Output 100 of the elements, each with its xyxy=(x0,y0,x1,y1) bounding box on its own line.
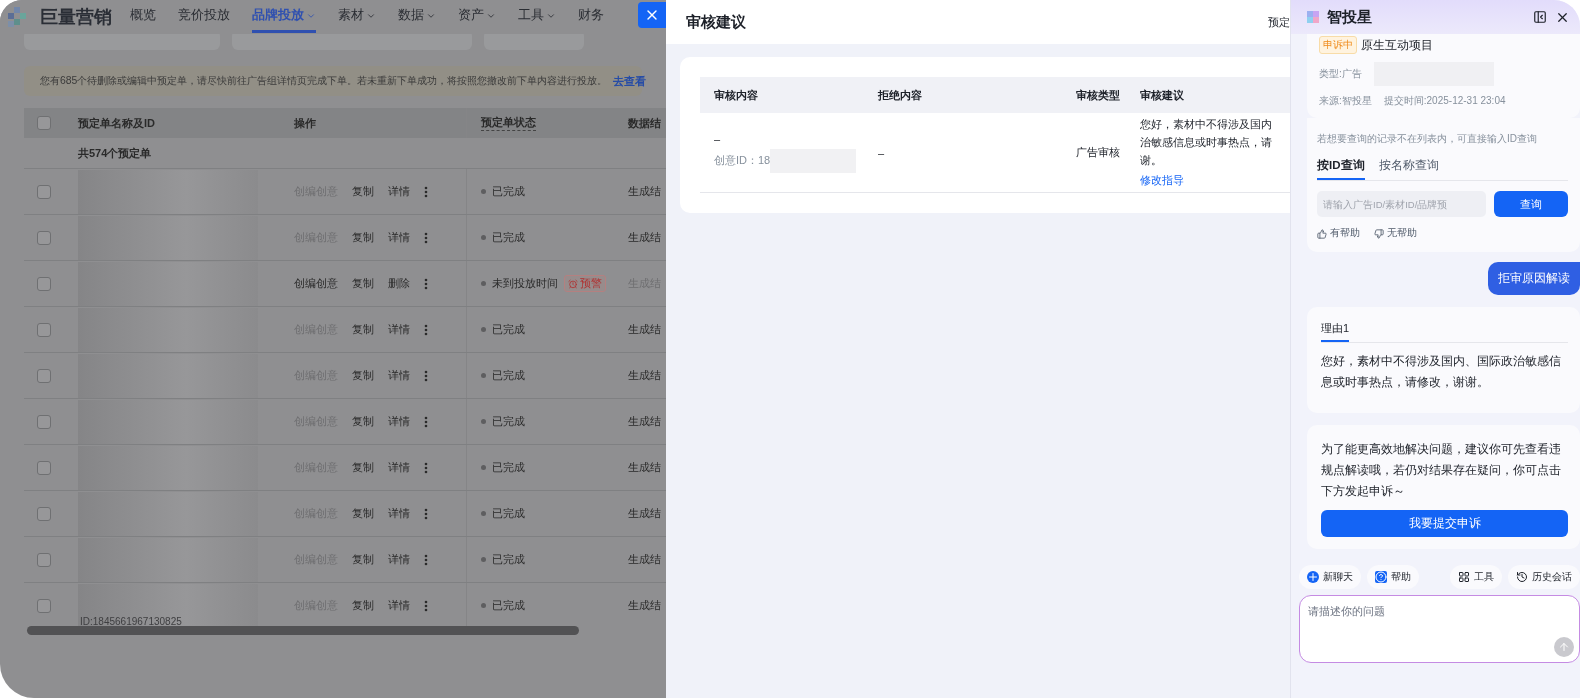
query-tab[interactable]: 按ID查询 xyxy=(1317,156,1365,180)
row-checkbox[interactable] xyxy=(37,552,51,567)
action-link[interactable]: 复制 xyxy=(352,276,374,291)
action-link[interactable]: 详情 xyxy=(388,552,410,567)
action-link[interactable]: 详情 xyxy=(388,460,410,475)
action-link[interactable]: 详情 xyxy=(388,322,410,337)
row-checkbox[interactable] xyxy=(37,276,51,291)
more-icon[interactable] xyxy=(424,553,428,566)
row-checkbox[interactable] xyxy=(37,368,51,383)
action-link[interactable]: 详情 xyxy=(388,414,410,429)
nav-tab[interactable]: 素材 xyxy=(338,1,376,33)
column-header: 审核内容 xyxy=(714,87,759,103)
column-header: 审核类型 xyxy=(1076,88,1120,101)
view-link[interactable]: 去查看 xyxy=(613,73,647,89)
toolbar-button[interactable]: 历史会话 xyxy=(1508,565,1580,589)
record-name: 原生互动项目 xyxy=(1361,36,1433,54)
status-dot xyxy=(481,419,486,424)
history-icon xyxy=(1516,571,1528,583)
status-dot xyxy=(481,235,486,240)
order-count: 共574个预定单 xyxy=(78,146,152,159)
action-link[interactable]: 复制 xyxy=(352,322,374,337)
assistant-title: 智投星 xyxy=(1327,7,1373,27)
more-icon[interactable] xyxy=(424,461,428,474)
helpful-button[interactable]: 有帮助 xyxy=(1317,227,1360,240)
row-checkbox[interactable] xyxy=(37,506,51,521)
action-link[interactable]: 创编创意 xyxy=(294,276,338,291)
row-checkbox[interactable] xyxy=(37,598,51,613)
status-text: 未到投放时间 xyxy=(492,276,558,291)
collapse-icon[interactable] xyxy=(1531,8,1549,26)
action-link[interactable]: 复制 xyxy=(352,184,374,199)
id-input-field[interactable]: 请输入广告ID/素材ID/品牌预 xyxy=(1317,191,1486,217)
nav-tab[interactable]: 资产 xyxy=(458,1,496,33)
table-cell: 生成结 xyxy=(628,185,661,197)
more-icon[interactable] xyxy=(424,415,428,428)
more-icon[interactable] xyxy=(424,231,428,244)
nav-tab[interactable]: 概览 xyxy=(130,1,156,33)
status-text: 已完成 xyxy=(492,598,525,613)
row-checkbox[interactable] xyxy=(37,230,51,245)
action-link[interactable]: 复制 xyxy=(352,598,374,613)
nav-tab[interactable]: 工具 xyxy=(518,1,556,33)
query-tab[interactable]: 按名称查询 xyxy=(1378,156,1439,180)
toolbar-button[interactable]: 新聊天 xyxy=(1299,565,1361,589)
more-icon[interactable] xyxy=(424,369,428,382)
action-link[interactable]: 详情 xyxy=(388,598,410,613)
suggestion-text: 谢。 xyxy=(1140,153,1163,168)
select-all-checkbox[interactable] xyxy=(37,116,51,130)
action-link[interactable]: 复制 xyxy=(352,414,374,429)
status-text: 已完成 xyxy=(492,414,525,429)
not-helpful-button[interactable]: 无帮助 xyxy=(1374,227,1417,240)
status-text: 已完成 xyxy=(492,460,525,475)
action-link[interactable]: 详情 xyxy=(388,506,410,521)
toolbar-button[interactable]: 帮助 xyxy=(1367,565,1419,589)
nav-tab[interactable]: 财务 xyxy=(578,1,604,33)
grid-icon xyxy=(1458,571,1470,583)
suggestion-text: 治敏感信息或时事热点，请 xyxy=(1140,135,1273,150)
record-type: 类型:广告 xyxy=(1319,67,1362,81)
action-link[interactable]: 复制 xyxy=(352,460,374,475)
reason-tab[interactable]: 理由1 xyxy=(1321,321,1350,342)
more-icon[interactable] xyxy=(424,599,428,612)
guide-link[interactable]: 修改指导 xyxy=(1140,173,1290,188)
alert-text: 您有685个待删除或编辑中预定单，请尽快前往广告组详情页完成下单。若未重新下单成功，将按照您撤改前下单内容进行投放。 xyxy=(40,74,608,88)
row-checkbox[interactable] xyxy=(37,414,51,429)
thumbs-down-icon xyxy=(1374,228,1384,239)
appeal-button[interactable]: 我要提交申诉 xyxy=(1321,510,1568,537)
row-checkbox[interactable] xyxy=(37,322,51,337)
more-icon[interactable] xyxy=(424,277,428,290)
more-icon[interactable] xyxy=(424,507,428,520)
nav-tab[interactable]: 数据 xyxy=(398,1,436,33)
action-link[interactable]: 复制 xyxy=(352,506,374,521)
table-cell: 生成结 xyxy=(628,599,661,611)
appeal-text: 为了能更高效地解决问题，建议你可先查看违规点解读哦，若仍对结果存在疑问，你可点击下方发起申诉～ xyxy=(1321,442,1562,499)
action-link[interactable]: 删除 xyxy=(388,276,410,291)
reason-text: 您好，素材中不得涉及国内、国际政治敏感信息或时事热点，请修改，谢谢。 xyxy=(1321,354,1562,390)
chat-input-field[interactable]: 请描述你的问题 xyxy=(1299,595,1580,663)
table-cell: 广告审核 xyxy=(1076,146,1120,158)
action-link[interactable]: 详情 xyxy=(388,230,410,245)
column-header: 拒绝内容 xyxy=(878,88,922,101)
query-button[interactable]: 查询 xyxy=(1494,191,1568,217)
arrow-up-icon xyxy=(1558,641,1570,653)
close-button[interactable] xyxy=(638,2,666,28)
nav-tab[interactable]: 竞价投放 xyxy=(178,1,230,33)
more-icon[interactable] xyxy=(424,185,428,198)
status-dot xyxy=(481,603,486,608)
row-checkbox[interactable] xyxy=(37,460,51,475)
user-message: 拒审原因解读 xyxy=(1488,262,1580,295)
toolbar-button[interactable]: 工具 xyxy=(1450,565,1502,589)
scrollbar[interactable] xyxy=(27,626,579,635)
action-link[interactable]: 详情 xyxy=(388,368,410,383)
status-dot xyxy=(481,557,486,562)
action-link[interactable]: 详情 xyxy=(388,184,410,199)
filter-field[interactable] xyxy=(232,34,472,50)
column-header: 数据结 xyxy=(628,116,661,129)
status-dot xyxy=(481,465,486,470)
status-tag: 申诉中 xyxy=(1319,36,1357,54)
action-link[interactable]: 复制 xyxy=(352,368,374,383)
action-link[interactable]: 复制 xyxy=(352,552,374,567)
row-checkbox[interactable] xyxy=(37,184,51,199)
more-icon[interactable] xyxy=(424,323,428,336)
action-link[interactable]: 复制 xyxy=(352,230,374,245)
plus-circle-icon xyxy=(1307,571,1319,583)
